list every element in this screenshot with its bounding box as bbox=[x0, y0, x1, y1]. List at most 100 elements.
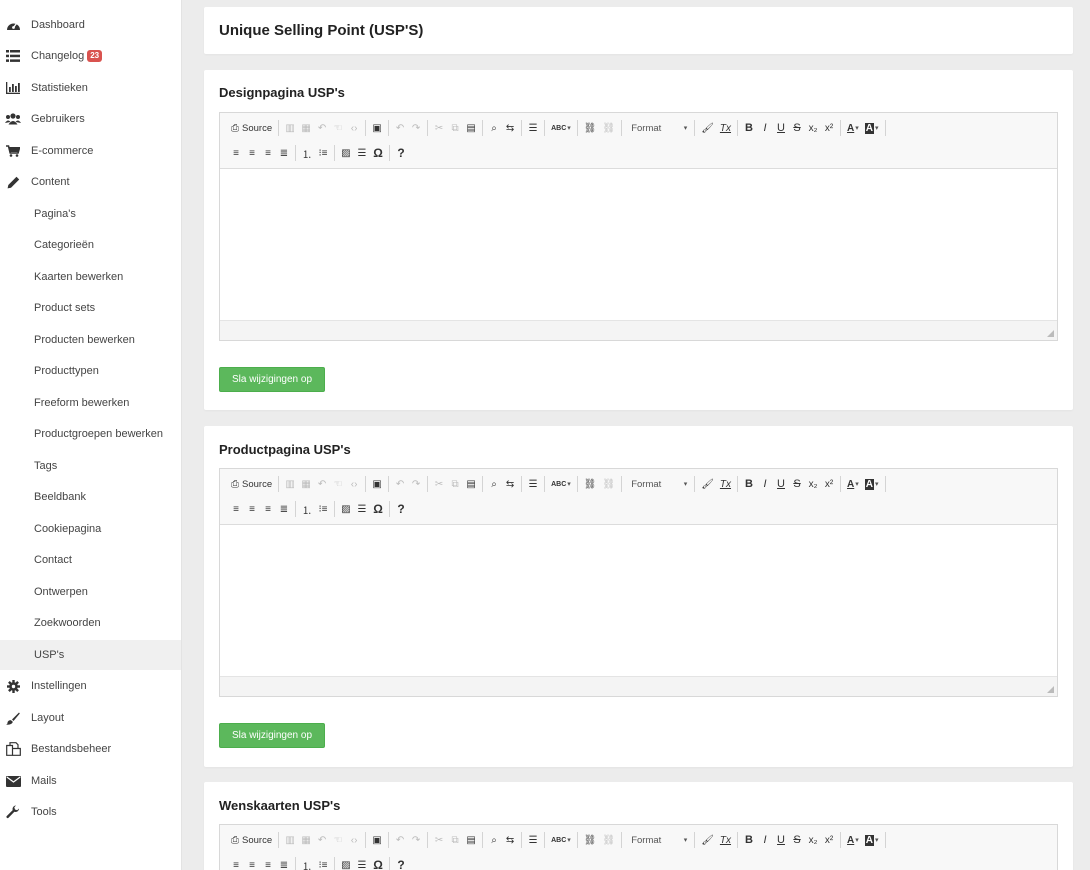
redo-button[interactable]: ↷ bbox=[408, 475, 424, 493]
special-char-button[interactable]: Ω bbox=[370, 500, 386, 518]
format-dropdown[interactable]: Format ▾ bbox=[625, 475, 691, 493]
cut-button[interactable]: ✂ bbox=[431, 831, 447, 849]
bold-button[interactable]: B bbox=[741, 119, 757, 137]
image-button[interactable]: ▨ bbox=[338, 856, 354, 870]
code-button[interactable]: ‹› bbox=[346, 831, 362, 849]
sidebar-item-zoekwoorden[interactable]: Zoekwoorden bbox=[0, 608, 181, 638]
unlink-button[interactable]: ⛓ bbox=[600, 119, 619, 137]
replace-button[interactable]: ⇆ bbox=[502, 475, 518, 493]
sidebar-item-changelog[interactable]: Changelog 23 bbox=[0, 41, 181, 71]
cleanup-button[interactable]: ☜ bbox=[330, 475, 346, 493]
sidebar-item-paginas[interactable]: Pagina's bbox=[0, 199, 181, 229]
save-document-button[interactable]: ▥ bbox=[282, 119, 298, 137]
source-button[interactable]: ⎙ Source bbox=[228, 831, 275, 849]
copy-format-button[interactable]: 🖌 bbox=[698, 119, 717, 137]
text-color-button[interactable]: A ▾ bbox=[844, 831, 862, 849]
bg-color-button[interactable]: A ▾ bbox=[862, 831, 882, 849]
editor-content-area[interactable] bbox=[220, 525, 1057, 676]
sidebar-item-tags[interactable]: Tags bbox=[0, 451, 181, 481]
format-dropdown[interactable]: Format ▾ bbox=[625, 831, 691, 849]
sidebar-item-beeldbank[interactable]: Beeldbank bbox=[0, 482, 181, 512]
sidebar-item-ontwerpen[interactable]: Ontwerpen bbox=[0, 577, 181, 607]
remove-format-button[interactable]: Tx bbox=[717, 831, 734, 849]
remove-format-button[interactable]: Tx bbox=[717, 475, 734, 493]
remove-format-button[interactable]: Tx bbox=[717, 119, 734, 137]
sidebar-item-product-sets[interactable]: Product sets bbox=[0, 293, 181, 323]
horizontal-rule-button[interactable]: ☰ bbox=[354, 856, 370, 870]
copy-button[interactable]: ⧉ bbox=[447, 831, 463, 849]
sidebar-item-e-commerce[interactable]: E-commerce bbox=[0, 136, 181, 166]
sidebar-item-instellingen[interactable]: Instellingen bbox=[0, 671, 181, 701]
find-button[interactable]: ⌕ bbox=[486, 831, 502, 849]
select-all-button[interactable]: ☰ bbox=[525, 119, 541, 137]
bold-button[interactable]: B bbox=[741, 475, 757, 493]
paste-button[interactable]: ▤ bbox=[463, 475, 479, 493]
numbered-list-button[interactable]: ⒈ bbox=[299, 144, 315, 162]
code-button[interactable]: ‹› bbox=[346, 475, 362, 493]
bullet-list-button[interactable]: ⁝≡ bbox=[315, 500, 331, 518]
cleanup-button[interactable]: ☜ bbox=[330, 831, 346, 849]
align-left-button[interactable]: ≡ bbox=[228, 144, 244, 162]
sidebar-item-contact[interactable]: Contact bbox=[0, 545, 181, 575]
redo-button[interactable]: ↷ bbox=[408, 831, 424, 849]
help-button[interactable]: ? bbox=[393, 856, 409, 870]
bullet-list-button[interactable]: ⁝≡ bbox=[315, 144, 331, 162]
help-button[interactable]: ? bbox=[393, 144, 409, 162]
italic-button[interactable]: I bbox=[757, 475, 773, 493]
underline-button[interactable]: U bbox=[773, 475, 789, 493]
bold-button[interactable]: B bbox=[741, 831, 757, 849]
undo-button[interactable]: ↶ bbox=[392, 475, 408, 493]
sidebar-item-gebruikers[interactable]: Gebruikers bbox=[0, 104, 181, 134]
cleanup-button[interactable]: ☜ bbox=[330, 119, 346, 137]
unlink-button[interactable]: ⛓ bbox=[600, 831, 619, 849]
align-left-button[interactable]: ≡ bbox=[228, 856, 244, 870]
paste-button[interactable]: ▤ bbox=[463, 119, 479, 137]
save-icon-button[interactable]: ▣ bbox=[369, 119, 385, 137]
underline-button[interactable]: U bbox=[773, 119, 789, 137]
save-document-button[interactable]: ▥ bbox=[282, 475, 298, 493]
resize-handle-icon[interactable] bbox=[1047, 686, 1054, 693]
editor-content-area[interactable] bbox=[220, 169, 1057, 320]
find-button[interactable]: ⌕ bbox=[486, 119, 502, 137]
spellcheck-button[interactable]: ABC ▾ bbox=[548, 831, 574, 849]
sidebar-item-tools[interactable]: Tools bbox=[0, 797, 181, 827]
strike-button[interactable]: S bbox=[789, 119, 805, 137]
justify-button[interactable]: ≣ bbox=[276, 856, 292, 870]
bullet-list-button[interactable]: ⁝≡ bbox=[315, 856, 331, 870]
source-button[interactable]: ⎙ Source bbox=[228, 119, 275, 137]
align-right-button[interactable]: ≡ bbox=[260, 856, 276, 870]
italic-button[interactable]: I bbox=[757, 119, 773, 137]
copy-button[interactable]: ⧉ bbox=[447, 475, 463, 493]
align-center-button[interactable]: ≡ bbox=[244, 856, 260, 870]
superscript-button[interactable]: x² bbox=[821, 475, 837, 493]
superscript-button[interactable]: x² bbox=[821, 119, 837, 137]
select-all-button[interactable]: ☰ bbox=[525, 475, 541, 493]
bg-color-button[interactable]: A ▾ bbox=[862, 119, 882, 137]
sidebar-item-producten-bewerken[interactable]: Producten bewerken bbox=[0, 325, 181, 355]
special-char-button[interactable]: Ω bbox=[370, 856, 386, 870]
numbered-list-button[interactable]: ⒈ bbox=[299, 500, 315, 518]
undo-button[interactable]: ↶ bbox=[392, 831, 408, 849]
help-button[interactable]: ? bbox=[393, 500, 409, 518]
subscript-button[interactable]: x₂ bbox=[805, 831, 821, 849]
sidebar-item-layout[interactable]: Layout bbox=[0, 703, 181, 733]
horizontal-rule-button[interactable]: ☰ bbox=[354, 144, 370, 162]
save-document-button[interactable]: ▥ bbox=[282, 831, 298, 849]
text-color-button[interactable]: A ▾ bbox=[844, 475, 862, 493]
subscript-button[interactable]: x₂ bbox=[805, 119, 821, 137]
resize-handle-icon[interactable] bbox=[1047, 330, 1054, 337]
strike-button[interactable]: S bbox=[789, 831, 805, 849]
sidebar-item-categorieen[interactable]: Categorieën bbox=[0, 230, 181, 260]
copy-button[interactable]: ⧉ bbox=[447, 119, 463, 137]
source-button[interactable]: ⎙ Source bbox=[228, 475, 275, 493]
horizontal-rule-button[interactable]: ☰ bbox=[354, 500, 370, 518]
save-button[interactable]: Sla wijzigingen op bbox=[219, 723, 325, 748]
image-button[interactable]: ▨ bbox=[338, 144, 354, 162]
find-button[interactable]: ⌕ bbox=[486, 475, 502, 493]
preview-button[interactable]: ▦ bbox=[298, 119, 314, 137]
copy-format-button[interactable]: 🖌 bbox=[698, 831, 717, 849]
image-button[interactable]: ▨ bbox=[338, 500, 354, 518]
italic-button[interactable]: I bbox=[757, 831, 773, 849]
align-center-button[interactable]: ≡ bbox=[244, 500, 260, 518]
special-char-button[interactable]: Ω bbox=[370, 144, 386, 162]
